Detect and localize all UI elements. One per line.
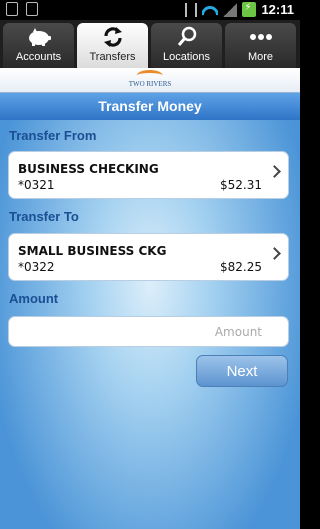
tab-label: Transfers [89, 51, 136, 63]
battery-charging-icon [242, 2, 257, 17]
vibrate-icon [185, 2, 198, 17]
tab-label: Locations [162, 51, 211, 63]
tab-locations[interactable]: Locations [151, 23, 222, 68]
status-bar: 12:11 [0, 0, 300, 20]
next-button[interactable]: Next [196, 355, 288, 387]
logo-strip: TWO RIVERS [0, 68, 300, 93]
piggy-bank-icon [3, 23, 74, 51]
usb-icon [26, 2, 38, 16]
account-name: SMALL BUSINESS CKG [18, 244, 167, 258]
amount-label: Amount [9, 291, 59, 306]
tab-label: More [247, 51, 274, 63]
transfer-to-account[interactable]: SMALL BUSINESS CKG *0322 $82.25 [8, 233, 289, 281]
amount-field[interactable] [8, 316, 289, 347]
transfer-arrows-icon [77, 23, 148, 51]
notification-icon [6, 2, 18, 16]
tab-accounts[interactable]: Accounts [3, 23, 74, 68]
transfer-from-label: Transfer From [9, 128, 97, 143]
account-balance: $82.25 [220, 260, 262, 274]
logo-text: TWO RIVERS [128, 80, 172, 88]
tab-more[interactable]: More [225, 23, 296, 68]
tab-label: Accounts [15, 51, 62, 63]
chevron-right-icon [268, 165, 281, 178]
tab-bar: Accounts Transfers Locations More [0, 20, 300, 68]
chevron-right-icon [268, 247, 281, 260]
tab-transfers[interactable]: Transfers [77, 23, 148, 68]
signal-icon [223, 2, 238, 17]
more-dots-icon [225, 23, 296, 51]
transfer-to-label: Transfer To [9, 209, 79, 224]
account-name: BUSINESS CHECKING [18, 162, 159, 176]
amount-input[interactable] [9, 317, 288, 346]
wifi-icon [202, 4, 218, 16]
page-title: Transfer Money [0, 93, 300, 120]
account-number: *0322 [18, 260, 55, 274]
account-number: *0321 [18, 178, 55, 192]
magnifier-icon [151, 23, 222, 51]
account-balance: $52.31 [220, 178, 262, 192]
transfer-form: Transfer From BUSINESS CHECKING *0321 $5… [0, 120, 300, 529]
status-clock: 12:11 [261, 2, 294, 17]
transfer-from-account[interactable]: BUSINESS CHECKING *0321 $52.31 [8, 151, 289, 199]
bank-logo: TWO RIVERS [128, 70, 172, 88]
